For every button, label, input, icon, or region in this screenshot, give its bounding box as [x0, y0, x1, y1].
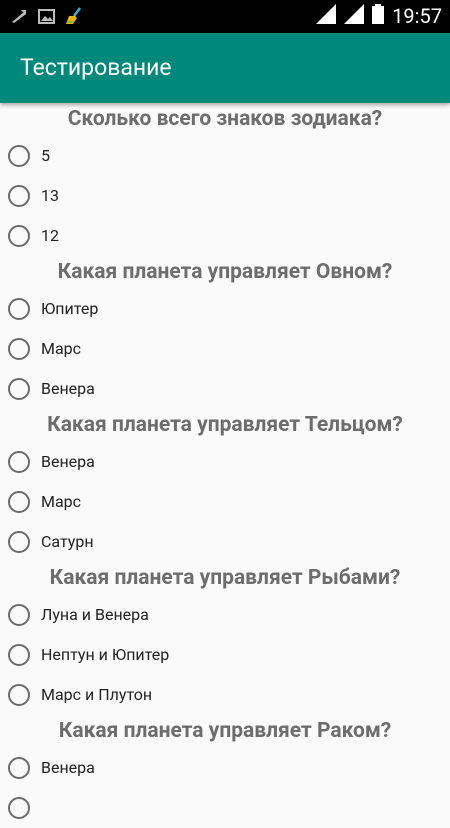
- answer-label: Марс: [41, 339, 82, 358]
- broom-icon: [65, 7, 83, 29]
- radio-button[interactable]: [8, 298, 30, 320]
- radio-button[interactable]: [8, 451, 30, 473]
- answer-option[interactable]: Луна и Венера: [0, 595, 450, 635]
- status-bar: 19:57: [0, 0, 450, 33]
- question-title: Какая планета управляет Тельцом?: [47, 413, 403, 437]
- answer-label: 12: [41, 226, 59, 245]
- question-block: Какая планета управляет Рыбами? Луна и В…: [0, 562, 450, 715]
- answer-option[interactable]: Венера: [0, 748, 450, 788]
- status-bar-time: 19:57: [392, 4, 442, 28]
- answer-option[interactable]: Нептун и Юпитер: [0, 635, 450, 675]
- signal-icon: [316, 4, 337, 28]
- app-bar: Тестирование: [0, 33, 450, 103]
- radio-button[interactable]: [8, 684, 30, 706]
- answer-option[interactable]: 12: [0, 216, 450, 256]
- answer-label: 13: [41, 186, 59, 205]
- battery-icon: [372, 4, 385, 28]
- radio-button[interactable]: [8, 185, 30, 207]
- radio-button[interactable]: [8, 604, 30, 626]
- signal-icon: [344, 4, 365, 28]
- answer-label: Марс и Плутон: [41, 685, 153, 704]
- answer-option[interactable]: Марс: [0, 329, 450, 369]
- answer-label: Нептун и Юпитер: [41, 645, 170, 664]
- question-title: Сколько всего знаков зодиака?: [67, 107, 383, 131]
- answer-label: Марс: [41, 492, 82, 511]
- answer-label: Венера: [41, 452, 95, 471]
- question-title: Какая планета управляет Раком?: [58, 719, 392, 743]
- radio-button[interactable]: [8, 797, 30, 819]
- question-title: Какая планета управляет Рыбами?: [49, 566, 401, 590]
- radio-button[interactable]: [8, 531, 30, 553]
- answer-option[interactable]: Марс: [0, 482, 450, 522]
- radio-button[interactable]: [8, 491, 30, 513]
- radio-button[interactable]: [8, 644, 30, 666]
- answer-option[interactable]: Юпитер: [0, 289, 450, 329]
- quiz-content: Сколько всего знаков зодиака? 5 13 12 Ка…: [0, 103, 450, 828]
- status-bar-notifications: [10, 7, 83, 29]
- image-icon: [38, 8, 55, 28]
- answer-label: Луна и Венера: [41, 605, 149, 624]
- radio-button[interactable]: [8, 145, 30, 167]
- radio-button[interactable]: [8, 378, 30, 400]
- question-block: Какая планета управляет Тельцом? Венера …: [0, 409, 450, 562]
- question-block: Какая планета управляет Овном? Юпитер Ма…: [0, 256, 450, 409]
- answer-option[interactable]: 5: [0, 136, 450, 176]
- radio-button[interactable]: [8, 225, 30, 247]
- answer-option[interactable]: Марс и Плутон: [0, 675, 450, 715]
- page-title: Тестирование: [20, 54, 172, 81]
- answer-label: Венера: [41, 758, 95, 777]
- answer-option[interactable]: Венера: [0, 369, 450, 409]
- question-title: Какая планета управляет Овном?: [57, 260, 393, 284]
- answer-label: Юпитер: [41, 299, 99, 318]
- usb-icon: [10, 8, 28, 28]
- answer-label: 5: [41, 146, 50, 165]
- answer-label: Сатурн: [41, 532, 94, 551]
- status-bar-system: 19:57: [316, 4, 442, 28]
- answer-label: Венера: [41, 379, 95, 398]
- question-block: Сколько всего знаков зодиака? 5 13 12: [0, 103, 450, 256]
- answer-option[interactable]: Сатурн: [0, 522, 450, 562]
- question-block: Какая планета управляет Раком? Венера: [0, 715, 450, 828]
- radio-button[interactable]: [8, 757, 30, 779]
- answer-option[interactable]: Венера: [0, 442, 450, 482]
- radio-button[interactable]: [8, 338, 30, 360]
- answer-option[interactable]: [0, 788, 450, 828]
- answer-option[interactable]: 13: [0, 176, 450, 216]
